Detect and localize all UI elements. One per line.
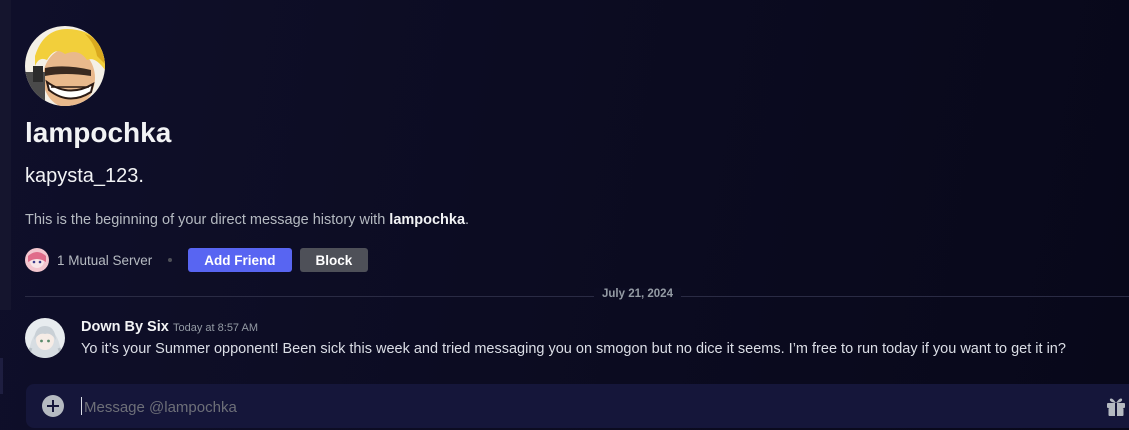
dm-channel: lampochka kapysta_123. This is the begin… xyxy=(0,0,1129,430)
profile-display-name: lampochka xyxy=(25,117,172,148)
message-content: Yo it’s your Summer opponent! Been sick … xyxy=(81,341,1066,357)
dm-intro-prefix: This is the beginning of your direct mes… xyxy=(25,212,390,228)
message-composer xyxy=(26,384,1129,430)
dm-intro-suffix: . xyxy=(465,212,470,228)
message-author-avatar[interactable] xyxy=(25,318,65,358)
add-friend-button[interactable]: Add Friend xyxy=(188,248,292,272)
message-author-name[interactable]: Down By Six xyxy=(81,319,169,335)
mutual-servers-link[interactable]: 1 Mutual Server xyxy=(57,253,152,268)
message-timestamp: Today at 8:57 AM xyxy=(173,322,258,334)
profile-actions-row: 1 Mutual Server Add Friend Block xyxy=(25,248,369,272)
dm-intro-text: This is the beginning of your direct mes… xyxy=(25,212,469,228)
profile-avatar[interactable] xyxy=(25,26,105,106)
date-divider-label: July 21, 2024 xyxy=(594,288,681,300)
separator-dot xyxy=(168,258,173,262)
profile-username: kapysta_123. xyxy=(25,165,144,187)
plus-circle-icon[interactable] xyxy=(42,395,64,417)
sidebar-edge-marker xyxy=(0,358,3,394)
dm-intro-name: lampochka xyxy=(389,212,466,228)
gift-icon[interactable] xyxy=(1104,394,1128,418)
message-input[interactable] xyxy=(82,384,986,430)
date-divider-line xyxy=(25,296,1129,297)
block-button[interactable]: Block xyxy=(299,248,369,272)
mutual-server-icon[interactable] xyxy=(25,248,49,272)
sidebar-edge xyxy=(0,0,11,310)
